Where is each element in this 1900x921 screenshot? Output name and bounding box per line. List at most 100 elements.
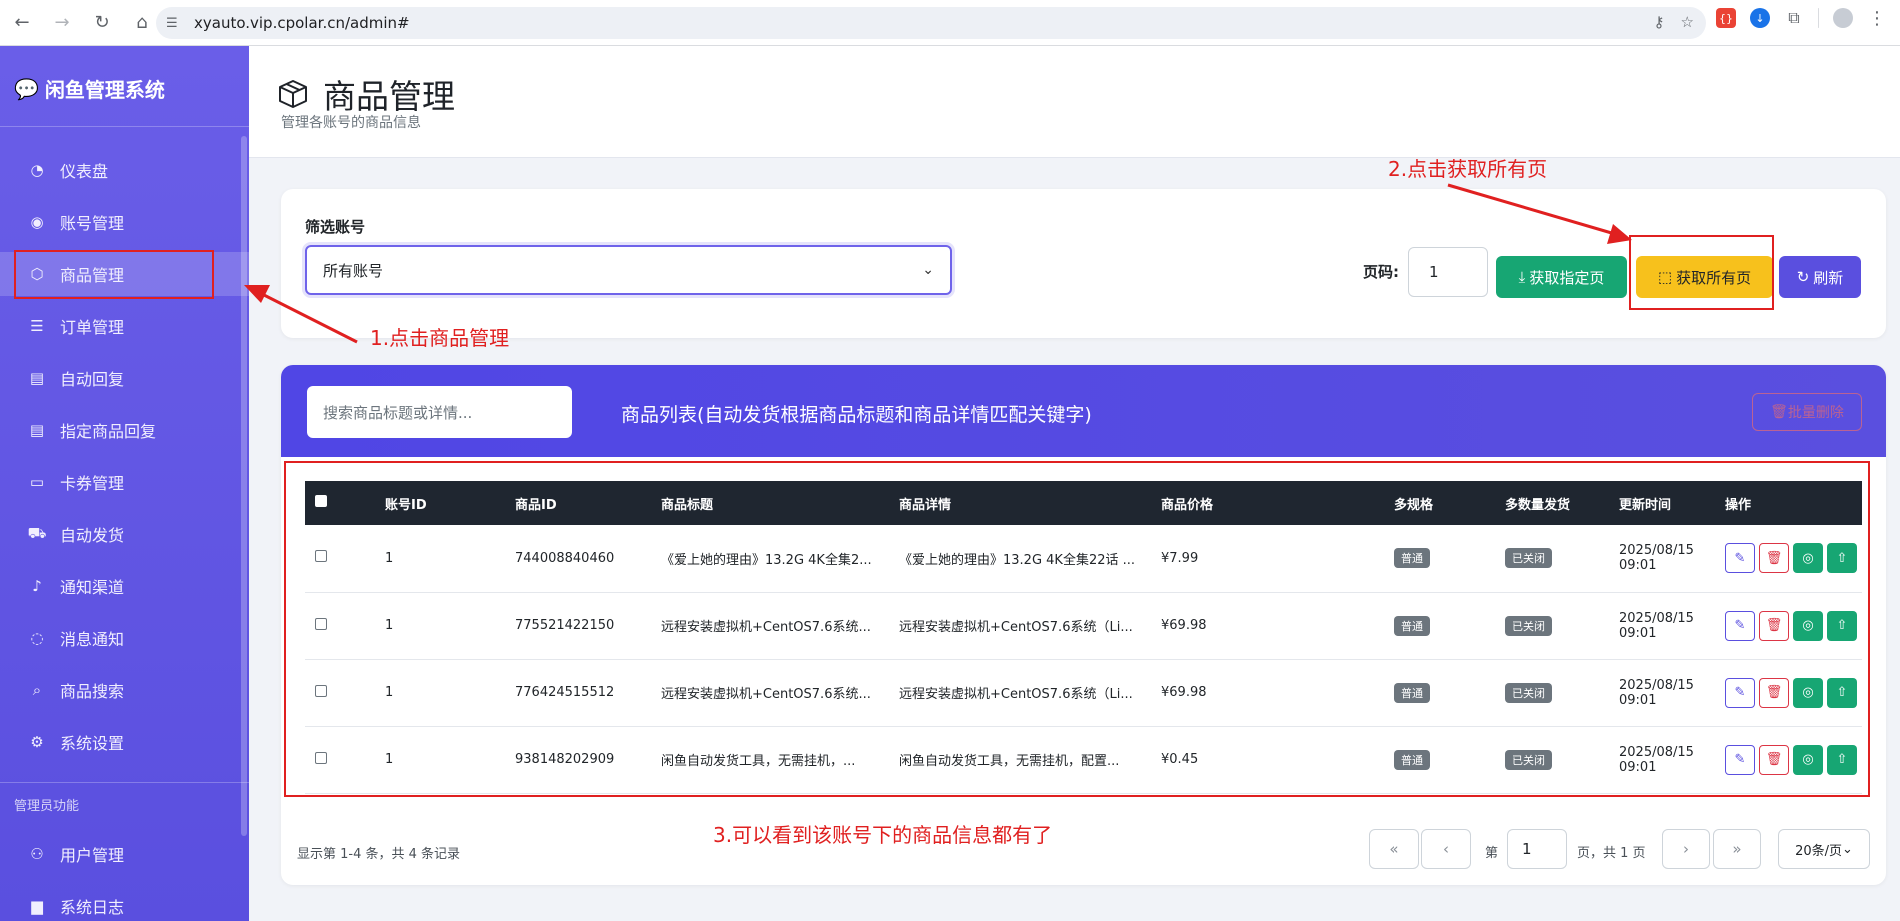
sidebar-item-item-reply[interactable]: ▤ 指定商品回复 xyxy=(14,408,214,452)
page-number-input[interactable]: 1 xyxy=(1408,247,1488,297)
search-input[interactable]: 搜索商品标题或详情... xyxy=(307,386,572,438)
sidebar-item-orders[interactable]: ☰ 订单管理 xyxy=(14,304,214,348)
page-size-select[interactable]: 20条/页 ⌄ xyxy=(1778,829,1870,869)
forward-icon[interactable]: → xyxy=(44,5,80,41)
sidebar-item-label: 消息通知 xyxy=(60,630,125,649)
site-info-icon[interactable]: ☰ xyxy=(166,16,186,31)
sidebar-item-auto-reply[interactable]: ▤ 自动回复 xyxy=(14,356,214,400)
next-page-button[interactable]: › xyxy=(1662,829,1710,869)
divider xyxy=(0,126,249,127)
account-select[interactable]: 所有账号 ⌄ xyxy=(305,245,952,295)
chat-icon: ◌ xyxy=(30,629,44,647)
message-icon: ▤ xyxy=(29,421,45,439)
sidebar-item-dashboard[interactable]: ◔ 仪表盘 xyxy=(14,148,214,192)
annotation-box-fetch-all xyxy=(1629,235,1774,310)
download-icon[interactable]: ↓ xyxy=(1750,8,1770,28)
sidebar-item-search[interactable]: ⌕ 商品搜索 xyxy=(14,668,214,712)
list-title: 商品列表(自动发货根据商品标题和商品详情匹配关键字) xyxy=(621,404,1092,426)
sidebar-item-channels[interactable]: ♪ 通知渠道 xyxy=(14,564,214,608)
list-icon: ☰ xyxy=(30,317,44,335)
refresh-icon: ↻ xyxy=(1796,268,1810,286)
url-text: xyauto.vip.cpolar.cn/admin# xyxy=(194,14,410,32)
sidebar-item-label: 通知渠道 xyxy=(60,578,125,597)
brand-title: 闲鱼管理系统 xyxy=(44,78,165,102)
box-icon xyxy=(279,80,307,108)
browser-toolbar: ← → ↻ ⌂ ☰ xyauto.vip.cpolar.cn/admin# ⚷ … xyxy=(0,0,1900,46)
page-title: 商品管理 xyxy=(277,70,455,118)
account-select-value: 所有账号 xyxy=(323,261,384,280)
pager-suffix: 页，共 1 页 xyxy=(1577,846,1646,861)
first-page-button[interactable]: « xyxy=(1369,829,1419,869)
sidebar-item-label: 自动回复 xyxy=(60,370,125,389)
brand[interactable]: 💬 闲鱼管理系统 xyxy=(14,74,165,103)
users-icon: ⚇ xyxy=(30,845,44,863)
page-number-label: 页码: xyxy=(1363,263,1399,281)
sidebar-item-label: 自动发货 xyxy=(60,526,125,545)
sidebar-item-settings[interactable]: ⚙ 系统设置 xyxy=(14,720,214,764)
sidebar-item-label: 账号管理 xyxy=(60,214,125,233)
bell-icon: ♪ xyxy=(32,577,42,595)
divider xyxy=(0,782,249,783)
page-jump-input[interactable]: 1 xyxy=(1507,829,1567,869)
filter-label: 筛选账号 xyxy=(305,218,366,236)
page-title-text: 商品管理 xyxy=(323,77,455,116)
address-bar[interactable]: ☰ xyauto.vip.cpolar.cn/admin# ⚷ ☆ xyxy=(156,7,1706,39)
card-icon: ▭ xyxy=(29,473,45,491)
sidebar-scrollbar[interactable] xyxy=(241,136,247,836)
pagination-info: 显示第 1-4 条，共 4 条记录 xyxy=(297,847,461,862)
button-label: 批量删除 xyxy=(1787,405,1844,421)
profile-icon[interactable] xyxy=(1833,8,1853,28)
truck-icon: ⛟ xyxy=(27,524,47,542)
reload-icon[interactable]: ↻ xyxy=(84,5,120,41)
back-icon[interactable]: ← xyxy=(4,5,40,41)
admin-section-title: 管理员功能 xyxy=(14,799,80,814)
user-circle-icon: ◉ xyxy=(30,213,44,231)
refresh-button[interactable]: ↻ 刷新 xyxy=(1779,256,1861,298)
prev-page-button[interactable]: ‹ xyxy=(1421,829,1471,869)
sidebar-item-label: 系统设置 xyxy=(60,734,125,753)
page-size-value: 20条/页 xyxy=(1795,843,1843,859)
button-label: 刷新 xyxy=(1813,268,1844,287)
more-icon[interactable]: ⋮ xyxy=(1867,8,1887,29)
sidebar-item-label: 用户管理 xyxy=(60,846,125,865)
sidebar: 💬 闲鱼管理系统 ◔ 仪表盘 ◉ 账号管理 ⬡ 商品管理 ☰ 订单管理 ▤ 自动回复 ▤ 指… xyxy=(0,46,249,921)
annotation-box-products xyxy=(14,250,214,299)
bulk-delete-button[interactable]: 🗑 批量删除 xyxy=(1752,393,1862,431)
message-icon: ▤ xyxy=(29,369,45,387)
chevron-down-icon: ⌄ xyxy=(922,262,934,278)
last-page-button[interactable]: » xyxy=(1713,829,1761,869)
annotation-step3: 3.可以看到该账号下的商品信息都有了 xyxy=(713,823,1053,847)
sidebar-item-label: 订单管理 xyxy=(60,318,125,337)
sidebar-item-logs[interactable]: ▆ 系统日志 xyxy=(14,884,214,921)
extension-icon[interactable]: {} xyxy=(1716,8,1736,28)
file-icon: ▆ xyxy=(31,897,43,915)
key-icon[interactable]: ⚷ xyxy=(1654,13,1665,31)
sidebar-item-notifications[interactable]: ◌ 消息通知 xyxy=(14,616,214,660)
star-icon[interactable]: ☆ xyxy=(1681,13,1694,31)
gauge-icon: ◔ xyxy=(30,161,44,179)
puzzle-icon[interactable]: ⧉ xyxy=(1784,8,1804,28)
trash-icon: 🗑 xyxy=(1770,404,1788,420)
pager-prefix: 第 xyxy=(1485,846,1499,861)
button-label: 获取指定页 xyxy=(1529,268,1605,287)
sidebar-item-label: 商品搜索 xyxy=(60,682,125,701)
home-icon[interactable]: ⌂ xyxy=(124,5,160,41)
sidebar-item-users[interactable]: ⚇ 用户管理 xyxy=(14,832,214,876)
annotation-step2: 2.点击获取所有页 xyxy=(1388,157,1548,181)
toolbar-divider xyxy=(1818,8,1819,28)
sidebar-item-cards[interactable]: ▭ 卡券管理 xyxy=(14,460,214,504)
sidebar-item-auto-delivery[interactable]: ⛟ 自动发货 xyxy=(14,512,214,556)
search-icon: ⌕ xyxy=(32,681,42,699)
sidebar-item-label: 仪表盘 xyxy=(60,162,109,181)
gear-icon: ⚙ xyxy=(30,733,44,751)
chevron-down-icon: ⌄ xyxy=(1842,841,1853,857)
annotation-step1: 1.点击商品管理 xyxy=(370,326,510,350)
sidebar-item-label: 系统日志 xyxy=(60,898,125,917)
annotation-box-table xyxy=(284,461,1870,797)
chat-bubble-icon: 💬 xyxy=(14,76,39,101)
sidebar-item-label: 卡券管理 xyxy=(60,474,125,493)
list-header: 搜索商品标题或详情... 商品列表(自动发货根据商品标题和商品详情匹配关键字) … xyxy=(281,365,1886,457)
page-subtitle: 管理各账号的商品信息 xyxy=(281,115,421,131)
sidebar-item-accounts[interactable]: ◉ 账号管理 xyxy=(14,200,214,244)
fetch-page-button[interactable]: ⤓ 获取指定页 xyxy=(1496,256,1627,298)
